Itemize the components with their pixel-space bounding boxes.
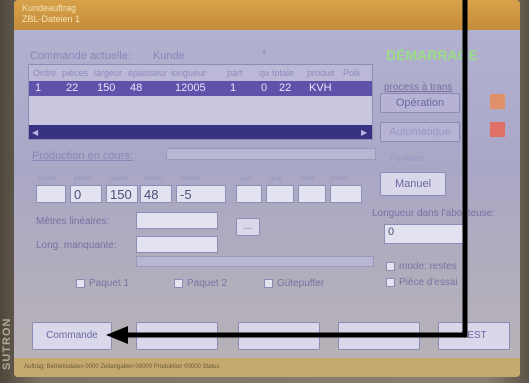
long-label: Long. manquante: xyxy=(36,240,117,251)
funktion-label: Funktion xyxy=(390,153,425,163)
production-label: Production en cours: xyxy=(32,150,133,162)
col-header: Ordre xyxy=(33,68,57,78)
window-subtitle: ZBL-Dateien 1 xyxy=(22,14,81,24)
piece-essai-checkbox[interactable] xyxy=(386,278,395,287)
cell: 0 xyxy=(261,82,268,94)
cell: 1 xyxy=(230,82,237,94)
prod-field-comm[interactable] xyxy=(36,185,66,203)
guetepuffer-label: Gütepuffer xyxy=(277,278,325,289)
hmi-screen: Kundeauftrag ZBL-Dateien 1 Commande actu… xyxy=(14,0,520,377)
col-header: longueur xyxy=(171,68,207,78)
order-table[interactable]: Ordre pièces largeur épaisseur longueur … xyxy=(28,64,373,140)
cell: KVH xyxy=(309,82,332,94)
col-header: pièces xyxy=(62,68,89,78)
prod-header: quai xyxy=(270,176,282,182)
metres-label: Mètres linéaires: xyxy=(36,216,110,227)
order-label: Commande actuelle: xyxy=(30,50,131,62)
prod-header: produit xyxy=(330,176,349,182)
automatic-indicator xyxy=(490,122,505,137)
automatic-button[interactable]: Automatique xyxy=(380,122,460,142)
window-titlebar: Kundeauftrag ZBL-Dateien 1 xyxy=(14,0,520,30)
commande-button[interactable]: Commande xyxy=(32,322,112,350)
process-label: process à trans xyxy=(384,82,453,93)
production-progress xyxy=(166,148,376,160)
prod-header: pièces xyxy=(74,176,92,182)
prod-header: totale xyxy=(300,176,315,182)
mode-restes-label: mode: restes xyxy=(399,261,457,272)
cell: 22 xyxy=(66,82,79,94)
table-header: Ordre pièces largeur épaisseur longueur … xyxy=(29,65,372,81)
longueur-label: Longueur dans l'abouteuse: xyxy=(372,208,496,219)
scroll-left-icon[interactable]: ◀ xyxy=(32,128,40,137)
prod-field-totale[interactable] xyxy=(298,185,326,203)
prod-field-epaisseur[interactable]: 48 xyxy=(140,185,172,203)
operation-indicator xyxy=(490,94,505,109)
mode-restes-checkbox[interactable] xyxy=(386,262,395,271)
prod-field-part[interactable] xyxy=(236,185,262,203)
order-value: Kunde xyxy=(153,50,185,62)
long-field[interactable] xyxy=(136,236,218,253)
test-button[interactable]: TEST xyxy=(438,322,510,350)
bottom-button-4[interactable] xyxy=(338,322,420,350)
prod-field-pieces[interactable]: 0 xyxy=(70,185,102,203)
col-header: part xyxy=(227,68,243,78)
prod-header: Comm. xyxy=(38,176,58,182)
dots-button[interactable]: ... xyxy=(236,218,260,236)
manual-button[interactable]: Manuel xyxy=(380,172,446,196)
paquet1-label: Paquet 1 xyxy=(89,278,130,289)
prod-field-quai[interactable] xyxy=(266,185,294,203)
status-bar: Auftrag: Betriebsdaten 0000 Zeitangaben … xyxy=(14,358,520,377)
paquet2-checkbox[interactable] xyxy=(174,279,183,288)
cell: 12005 xyxy=(175,82,206,94)
col-header: totale xyxy=(272,68,295,78)
col-header: largeur xyxy=(94,68,123,78)
prod-field-longueur[interactable]: -5 xyxy=(176,185,226,203)
order-marker: * xyxy=(262,48,267,60)
window-title: Kundeauftrag xyxy=(22,3,77,13)
table-row[interactable]: 1 22 150 48 12005 1 0 22 KVH xyxy=(29,81,372,96)
prod-field-produit[interactable] xyxy=(330,185,362,203)
paquet2-label: Paquet 2 xyxy=(187,278,228,289)
long-progress xyxy=(136,256,374,267)
prod-header: part xyxy=(241,176,252,182)
bottom-button-2[interactable] xyxy=(136,322,218,350)
metres-field[interactable] xyxy=(136,212,218,229)
paquet1-checkbox[interactable] xyxy=(76,279,85,288)
prod-field-largeur[interactable]: 150 xyxy=(106,185,138,203)
bottom-button-3[interactable] xyxy=(238,322,320,350)
longueur-field[interactable]: 0 xyxy=(384,224,464,244)
col-header: Polk xyxy=(343,68,361,78)
table-scrollbar[interactable]: ◀ ▶ xyxy=(29,125,372,139)
monitor-brand-label: SUTRON xyxy=(1,317,13,370)
start-title: DÉMARRAGE xyxy=(386,47,478,63)
cell: 150 xyxy=(97,82,116,94)
operation-button[interactable]: Opération xyxy=(380,93,460,113)
cell: 1 xyxy=(35,82,42,94)
col-header: qu xyxy=(259,68,270,78)
cell: 22 xyxy=(279,82,292,94)
col-header: produit xyxy=(307,68,335,78)
piece-essai-label: Pièce d'essai xyxy=(399,277,458,288)
prod-header: largeur xyxy=(110,176,129,182)
col-header: épaisseur xyxy=(128,68,168,78)
scroll-right-icon[interactable]: ▶ xyxy=(361,128,369,137)
cell: 48 xyxy=(130,82,143,94)
prod-header: longeur xyxy=(180,176,201,182)
guetepuffer-checkbox[interactable] xyxy=(264,279,273,288)
prod-header: épaiss. xyxy=(144,176,164,182)
